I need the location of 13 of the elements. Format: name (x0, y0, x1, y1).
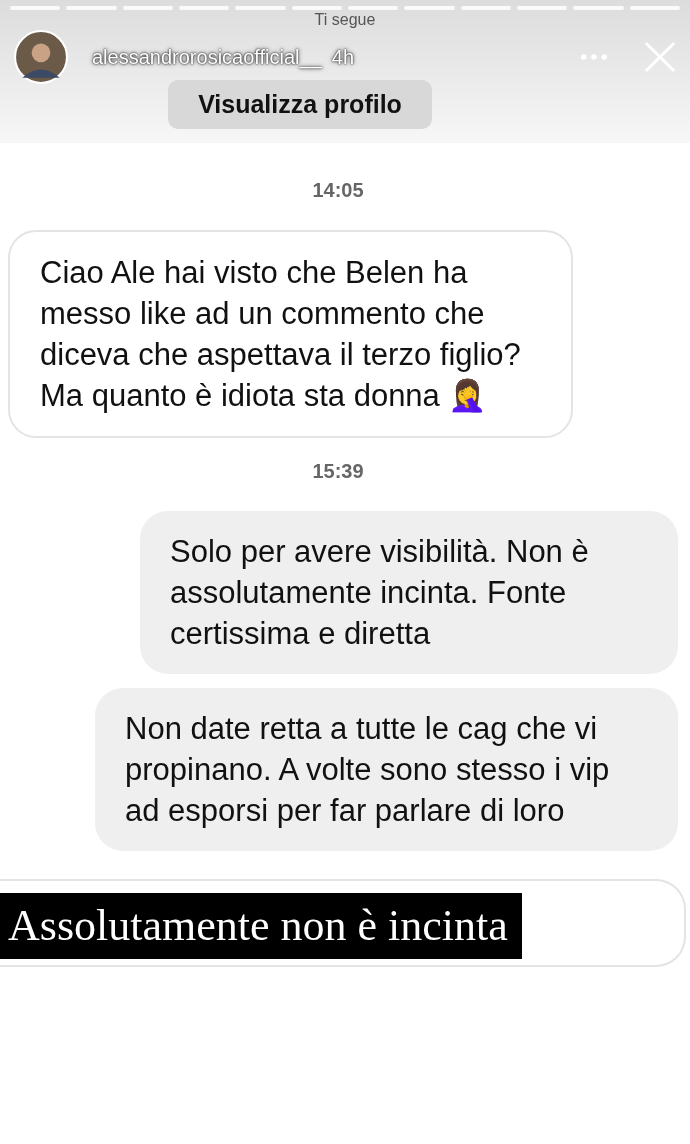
caption: Assolutamente non è incinta (0, 893, 522, 959)
message-bubble: Non date retta a tutte le cag che vi propinano. A volte sono stesso i vip ad esporsi per far parlare di loro (95, 688, 678, 851)
post-age: 4h (331, 45, 354, 69)
avatar[interactable] (14, 30, 68, 84)
close-icon[interactable] (644, 41, 676, 73)
follow-label: Ti segue (314, 12, 376, 28)
view-profile-button[interactable]: Visualizza profilo (168, 80, 432, 129)
message-bubble: Solo per avere visibilità. Non è assolutamente incinta. Fonte certissima e diretta (140, 511, 678, 674)
timestamp: 15:39 (311, 460, 365, 483)
message-bubble: Ciao Ale hai visto che Belen ha messo like ad un commento che diceva che aspettava il terzo figlio? Ma quanto è idiota sta donna 🤦‍♀ (8, 230, 573, 438)
timestamp: 14:05 (311, 179, 365, 202)
username[interactable]: alessandrorosicaofficial__ (92, 45, 322, 69)
more-icon[interactable] (580, 53, 608, 61)
